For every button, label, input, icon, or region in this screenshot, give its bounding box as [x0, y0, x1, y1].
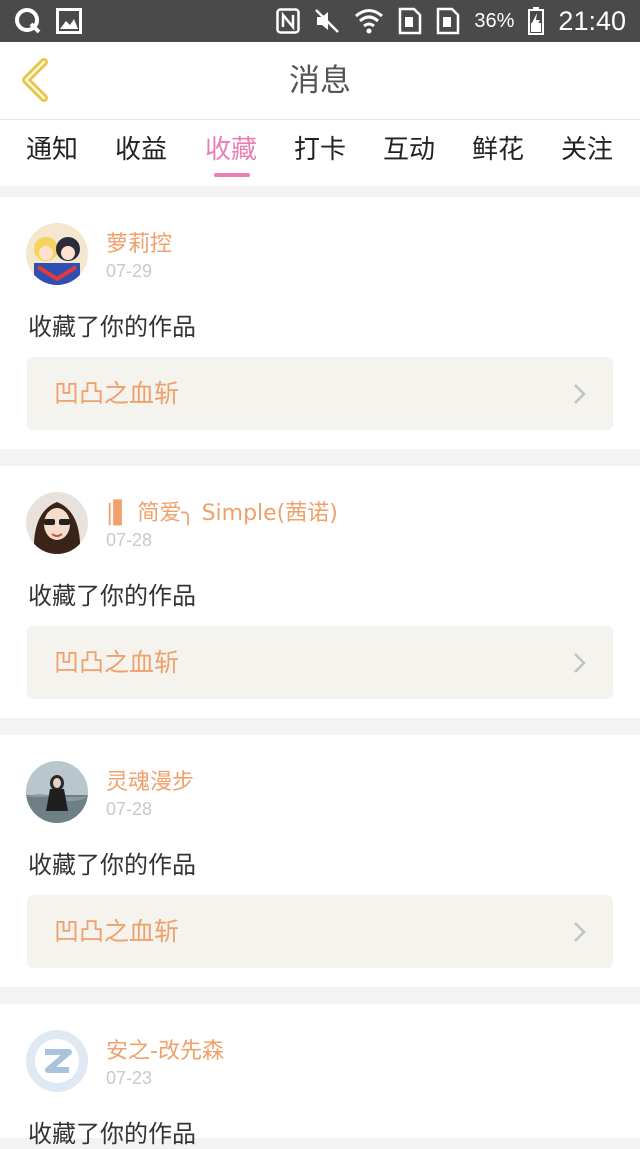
work-link[interactable]: 凹凸之血斩 — [27, 895, 613, 968]
tab-bar: 通知 收益 收藏 打卡 互动 鲜花 关注 — [0, 120, 640, 186]
notification-card: 安之-改先森 07-23 收藏了你的作品 — [0, 1004, 640, 1148]
work-title: 凹凸之血斩 — [54, 648, 180, 677]
username[interactable]: 萝莉控 — [106, 226, 172, 258]
status-bar-right: 36% 21:40 — [276, 6, 626, 37]
status-bar-left — [14, 7, 82, 35]
qq-icon — [15, 8, 41, 34]
mute-icon — [315, 9, 340, 33]
work-title: 凹凸之血斩 — [54, 917, 180, 946]
notification-card: 萝莉控 07-29 收藏了你的作品 凹凸之血斩 — [0, 197, 640, 449]
timestamp: 07-29 — [106, 261, 153, 281]
timestamp: 07-28 — [106, 799, 153, 819]
nfc-icon — [276, 8, 301, 34]
chevron-right-icon — [574, 922, 586, 942]
page-title: 消息 — [289, 63, 351, 99]
timestamp: 07-28 — [106, 530, 153, 550]
battery-charging-icon — [528, 7, 545, 35]
username[interactable]: 安之-改先森 — [106, 1033, 224, 1065]
clock: 21:40 — [558, 5, 626, 36]
status-bar: 36% 21:40 — [0, 0, 640, 42]
action-text: 收藏了你的作品 — [28, 1120, 196, 1148]
timestamp: 07-23 — [106, 1068, 153, 1088]
header-bar: 消息 — [0, 42, 640, 120]
notification-card: 灵魂漫步 07-28 收藏了你的作品 凹凸之血斩 — [0, 735, 640, 987]
username[interactable]: 灵魂漫步 — [106, 764, 194, 796]
gallery-icon — [56, 8, 82, 34]
avatar[interactable] — [26, 492, 88, 554]
tab-flowers[interactable]: 鲜花 — [472, 120, 524, 186]
tab-checkin[interactable]: 打卡 — [294, 120, 346, 186]
work-link[interactable]: 凹凸之血斩 — [27, 357, 613, 430]
notification-card: |▌ 简爱╮ Simple(茜诺) 07-28 收藏了你的作品 凹凸之血斩 — [0, 466, 640, 718]
avatar[interactable] — [26, 223, 88, 285]
username[interactable]: |▌ 简爱╮ Simple(茜诺) — [106, 495, 338, 527]
chevron-right-icon — [574, 653, 586, 673]
action-text: 收藏了你的作品 — [28, 582, 196, 610]
tab-interaction[interactable]: 互动 — [383, 120, 435, 186]
action-text: 收藏了你的作品 — [28, 851, 196, 879]
battery-percent: 36% — [474, 9, 515, 32]
chevron-right-icon — [574, 384, 586, 404]
avatar[interactable] — [26, 1030, 88, 1092]
active-tab-indicator — [214, 173, 250, 177]
tab-earnings[interactable]: 收益 — [115, 120, 167, 186]
tab-follow[interactable]: 关注 — [561, 120, 613, 186]
tab-notifications[interactable]: 通知 — [26, 120, 78, 186]
wifi-icon — [355, 9, 384, 34]
sim2-icon — [437, 7, 460, 35]
sim1-icon — [399, 7, 422, 35]
avatar[interactable] — [26, 761, 88, 823]
work-title: 凹凸之血斩 — [54, 379, 180, 408]
action-text: 收藏了你的作品 — [28, 313, 196, 341]
work-link[interactable]: 凹凸之血斩 — [27, 626, 613, 699]
